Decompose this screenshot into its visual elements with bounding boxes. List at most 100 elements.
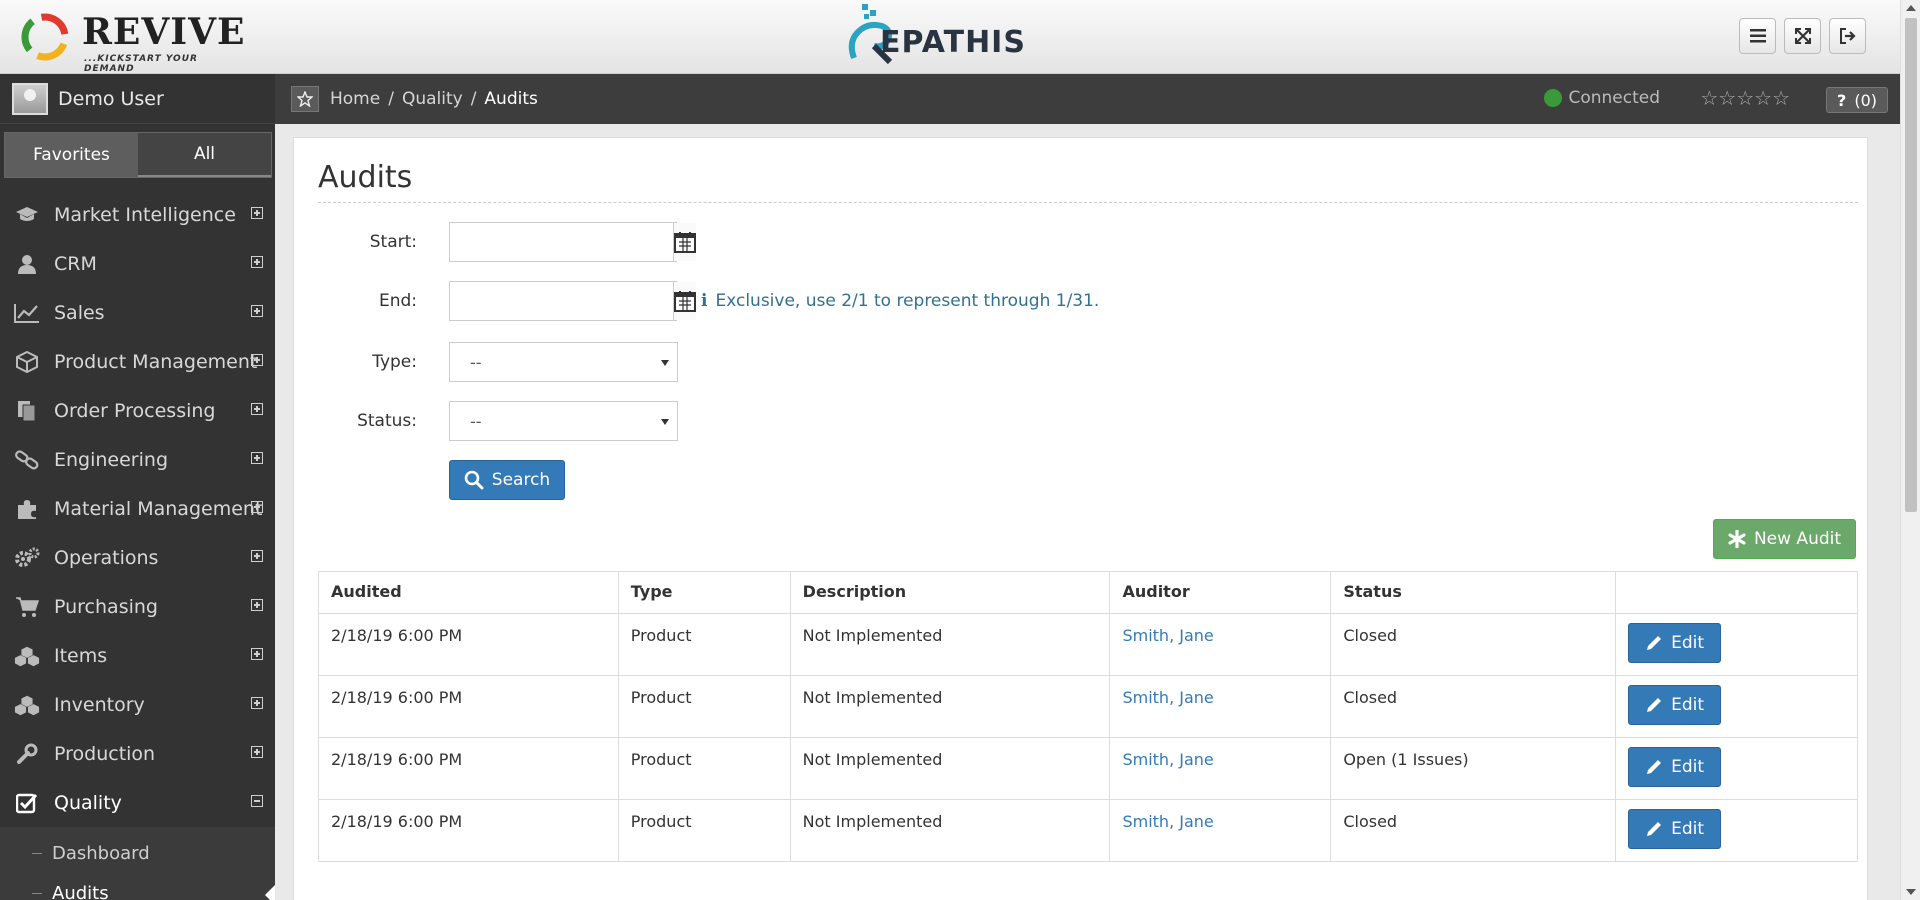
sidebar-item-label: Order Processing <box>54 399 216 422</box>
edit-button[interactable]: Edit <box>1628 623 1722 663</box>
expand-icon <box>251 697 263 709</box>
cell-auditor-link[interactable]: Smith, Jane <box>1109 675 1332 738</box>
graduation-cap-icon <box>14 204 40 226</box>
revive-logo[interactable]: REVIVE ...KICKSTART YOUR DEMAND <box>18 6 248 74</box>
menu-button[interactable] <box>1739 18 1776 54</box>
asterisk-icon <box>1728 530 1746 548</box>
cell-actions: Edit <box>1615 799 1858 862</box>
cell-auditor-link[interactable]: Smith, Jane <box>1109 737 1332 800</box>
table-row: 2/18/19 6:00 PM Product Not Implemented … <box>318 613 1858 676</box>
title-divider <box>318 202 1858 203</box>
submenu-item-audits[interactable]: Audits <box>0 873 275 900</box>
main-panel: Audits Start: End: i Exclusive, use 2/1 … <box>293 137 1868 900</box>
cell-audited: 2/18/19 6:00 PM <box>318 737 619 800</box>
end-calendar-button[interactable] <box>673 282 696 320</box>
rating-stars[interactable]: ☆☆☆☆☆ <box>1700 86 1790 110</box>
edit-button[interactable]: Edit <box>1628 747 1722 787</box>
cell-status: Closed <box>1330 675 1617 738</box>
menu-tabs: Favorites All <box>4 132 272 178</box>
repathis-logo[interactable]: EPATHIS <box>844 2 1060 70</box>
end-date-input[interactable] <box>450 282 673 320</box>
user-name: Demo User <box>58 87 164 110</box>
start-row: Start: <box>294 222 696 262</box>
search-button[interactable]: Search <box>449 460 565 500</box>
sidebar-item-sales[interactable]: Sales <box>0 288 275 337</box>
column-audited[interactable]: Audited <box>318 571 619 614</box>
sidebar-item-production[interactable]: Production <box>0 729 275 778</box>
sidebar-item-label: Inventory <box>54 693 145 716</box>
cell-type: Product <box>617 675 791 738</box>
start-date-field <box>449 222 696 262</box>
sidebar-item-label: Quality <box>54 791 122 814</box>
sidebar-item-label: Material Management <box>54 497 263 520</box>
scroll-thumb[interactable] <box>1905 18 1917 512</box>
date-hint: i Exclusive, use 2/1 to represent throug… <box>701 291 1099 311</box>
new-audit-button[interactable]: New Audit <box>1713 519 1856 559</box>
menu-icon <box>1749 29 1766 43</box>
user-profile[interactable]: Demo User <box>0 74 275 124</box>
expand-icon <box>251 599 263 611</box>
fullscreen-icon <box>1794 28 1811 44</box>
puzzle-icon <box>14 498 40 520</box>
sidebar-item-order-processing[interactable]: Order Processing <box>0 386 275 435</box>
sidebar-item-material-management[interactable]: Material Management <box>0 484 275 533</box>
start-calendar-button[interactable] <box>673 223 696 261</box>
sidebar-item-product-management[interactable]: Product Management <box>0 337 275 386</box>
sidebar-item-market-intelligence[interactable]: Market Intelligence <box>0 190 275 239</box>
table-row: 2/18/19 6:00 PM Product Not Implemented … <box>318 675 1858 738</box>
question-icon: ? <box>1837 90 1847 110</box>
fullscreen-button[interactable] <box>1784 18 1821 54</box>
sidebar-item-items[interactable]: Items <box>0 631 275 680</box>
cell-audited: 2/18/19 6:00 PM <box>318 799 619 862</box>
cell-audited: 2/18/19 6:00 PM <box>318 675 619 738</box>
end-label: End: <box>378 291 417 311</box>
scroll-up-icon[interactable] <box>1906 5 1916 11</box>
cell-type: Product <box>617 613 791 676</box>
column-status[interactable]: Status <box>1330 571 1617 614</box>
cubes-icon <box>14 694 40 716</box>
sidebar-item-engineering[interactable]: Engineering <box>0 435 275 484</box>
sidebar-nav: Market Intelligence CRM Sales Product Ma… <box>0 190 275 900</box>
sidebar-item-quality[interactable]: Quality <box>0 778 275 827</box>
sidebar-item-purchasing[interactable]: Purchasing <box>0 582 275 631</box>
star-icon <box>297 91 313 107</box>
page-scrollbar[interactable] <box>1900 0 1920 900</box>
sidebar-item-inventory[interactable]: Inventory <box>0 680 275 729</box>
edit-button[interactable]: Edit <box>1628 685 1722 725</box>
sidebar-item-label: CRM <box>54 252 97 275</box>
status-row: Status: -- <box>294 401 678 441</box>
breadcrumb-home[interactable]: Home <box>330 89 380 109</box>
expand-icon <box>251 501 263 513</box>
cell-auditor-link[interactable]: Smith, Jane <box>1109 799 1332 862</box>
status-select[interactable]: -- <box>449 401 678 441</box>
start-date-input[interactable] <box>450 223 673 261</box>
cell-description: Not Implemented <box>789 675 1111 738</box>
dropdown-caret-icon <box>661 419 669 425</box>
sidebar-item-label: Product Management <box>54 350 258 373</box>
cell-audited: 2/18/19 6:00 PM <box>318 613 619 676</box>
favorite-button[interactable] <box>291 86 319 112</box>
cell-auditor-link[interactable]: Smith, Jane <box>1109 613 1332 676</box>
sidebar-item-crm[interactable]: CRM <box>0 239 275 288</box>
tab-favorites[interactable]: Favorites <box>5 133 138 177</box>
type-select[interactable]: -- <box>449 342 678 382</box>
logout-button[interactable] <box>1829 18 1866 54</box>
sidebar-item-label: Market Intelligence <box>54 203 236 226</box>
cell-actions: Edit <box>1615 613 1858 676</box>
sidebar-item-operations[interactable]: Operations <box>0 533 275 582</box>
submenu-item-dashboard[interactable]: Dashboard <box>0 833 275 873</box>
column-description[interactable]: Description <box>789 571 1111 614</box>
dropdown-caret-icon <box>661 360 669 366</box>
help-button[interactable]: ? (0) <box>1826 87 1888 113</box>
breadcrumb-quality[interactable]: Quality <box>402 89 463 109</box>
expand-icon <box>251 354 263 366</box>
column-type[interactable]: Type <box>617 571 791 614</box>
column-auditor[interactable]: Auditor <box>1109 571 1332 614</box>
scroll-down-icon[interactable] <box>1906 889 1916 895</box>
tab-all[interactable]: All <box>138 133 271 177</box>
status-label: Status: <box>357 411 417 431</box>
search-icon <box>464 470 484 490</box>
table-header-row: Audited Type Description Auditor Status <box>318 571 1858 614</box>
pencil-icon <box>1647 698 1662 712</box>
edit-button[interactable]: Edit <box>1628 809 1722 849</box>
